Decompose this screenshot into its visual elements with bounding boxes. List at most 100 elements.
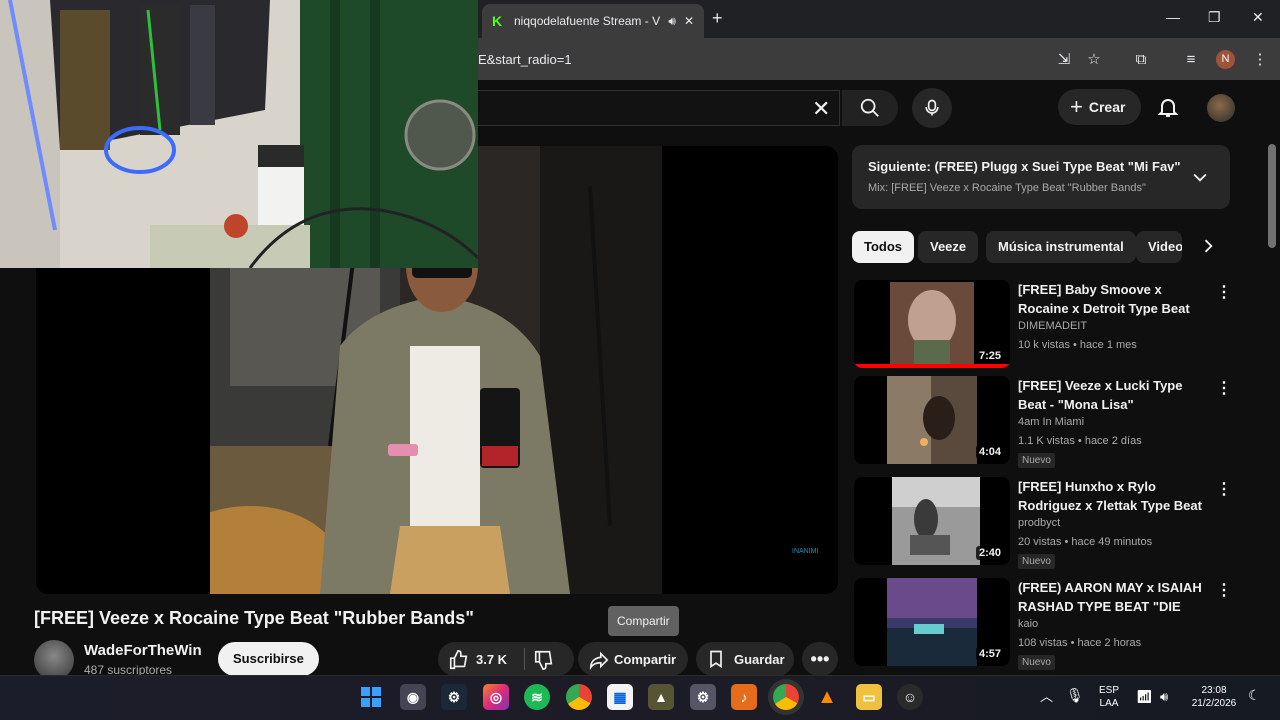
more-vert-icon[interactable]: ⋮ — [1216, 378, 1232, 398]
recommendation-item[interactable]: 2:40 [FREE] Hunxho x Rylo Rodriguez x 7l… — [854, 477, 1232, 569]
notification-center-icon[interactable]: ☾ — [1248, 688, 1261, 702]
vlc-icon[interactable]: ▲ — [814, 684, 840, 710]
install-app-icon[interactable]: ⇲ — [1054, 50, 1074, 70]
like-divider — [524, 648, 525, 670]
video-title[interactable]: [FREE] Veeze x Lucki Type Beat - "Mona L… — [1018, 376, 1214, 414]
bookmark-icon — [710, 650, 722, 669]
up-next-title: Siguiente: (FREE) Plugg x Suei Type Beat… — [868, 159, 1181, 174]
more-vert-icon[interactable]: ⋮ — [1216, 479, 1232, 499]
language-indicator[interactable]: ESP LAA — [1094, 684, 1124, 710]
tray-chevron-up-icon[interactable]: ︿ — [1040, 690, 1053, 703]
new-badge: Nuevo — [1018, 554, 1055, 569]
duration-badge: 4:57 — [975, 647, 1004, 661]
tray-microphone-icon[interactable]: 🎙︎ — [1066, 688, 1084, 702]
share-icon — [589, 651, 609, 671]
duration-badge: 7:25 — [975, 349, 1004, 363]
channel-name[interactable]: 4am In Miami — [1018, 416, 1084, 428]
steam-icon[interactable]: ⚙ — [441, 684, 467, 710]
chevron-right-icon[interactable] — [1198, 236, 1218, 261]
tab-close-icon[interactable]: ✕ — [684, 14, 694, 28]
extensions-icon[interactable]: ⧉ — [1131, 50, 1151, 70]
recommendation-item[interactable]: 4:04 [FREE] Veeze x Lucki Type Beat - "M… — [854, 376, 1232, 468]
dislike-button[interactable] — [533, 649, 555, 674]
maximize-icon[interactable]: ❐ — [1208, 9, 1221, 26]
discord-notify-icon[interactable]: ☺ — [897, 684, 923, 710]
channel-name[interactable]: kaio — [1018, 618, 1038, 630]
windows-taskbar — [0, 675, 1280, 720]
notifications-bell-icon[interactable] — [1156, 95, 1180, 124]
keyboard-layout: LAA — [1099, 698, 1119, 709]
video-title[interactable]: [FREE] Baby Smoove x Rocaine x Detroit T… — [1018, 280, 1214, 318]
chip-veeze[interactable]: Veeze — [918, 231, 979, 263]
plus-icon: + — [1070, 94, 1083, 119]
view-stats: 108 vistas • hace 2 horas — [1018, 637, 1142, 649]
browser-tab[interactable]: K niqqodelafuente Stream - V 🔊︎ ✕ — [482, 4, 704, 38]
mix-title: Mix: [FREE] Veeze x Rocaine Type Beat "R… — [868, 182, 1146, 194]
chrome-active-icon[interactable] — [773, 684, 799, 710]
spotify-icon[interactable]: ≋ — [524, 684, 550, 710]
account-avatar[interactable] — [1207, 94, 1235, 122]
new-badge: Nuevo — [1018, 453, 1055, 468]
chevron-down-icon[interactable] — [1190, 167, 1210, 192]
page-scrollbar[interactable] — [1268, 144, 1276, 248]
channel-name[interactable]: WadeForTheWin — [84, 642, 202, 659]
video-thumbnail[interactable]: 4:57 — [854, 578, 1010, 666]
start-icon[interactable] — [358, 684, 384, 710]
camera-icon[interactable]: ◉ — [400, 684, 426, 710]
settings-gear-icon[interactable]: ⚙ — [690, 684, 716, 710]
recommendation-item[interactable]: 4:57 (FREE) AARON MAY x ISAIAH RASHAD TY… — [854, 578, 1232, 670]
microsoft-store-icon[interactable]: ▦ — [607, 684, 633, 710]
voice-search-button[interactable] — [912, 88, 952, 128]
duration-badge: 2:40 — [975, 546, 1004, 560]
minimize-icon[interactable]: ― — [1166, 9, 1180, 25]
clear-search-icon[interactable]: ✕ — [812, 96, 830, 122]
profile-avatar[interactable]: N — [1216, 50, 1235, 69]
volume-icon[interactable]: 🔊︎ — [1160, 690, 1168, 703]
channel-name[interactable]: DIMEMADEIT — [1018, 320, 1087, 332]
video-title[interactable]: (FREE) AARON MAY x ISAIAH RASHAD TYPE BE… — [1018, 578, 1214, 616]
chip-video[interactable]: Video — [1136, 231, 1182, 263]
subscribe-button[interactable]: Suscribirse — [218, 642, 319, 676]
chip-musica-instrumental[interactable]: Música instrumental — [986, 231, 1136, 263]
create-label: Crear — [1088, 99, 1126, 115]
more-vert-icon[interactable]: ⋮ — [1216, 580, 1232, 600]
more-actions-button[interactable]: ••• — [802, 642, 838, 676]
search-icon — [860, 98, 879, 117]
wifi-icon[interactable]: 📶︎ — [1136, 690, 1153, 703]
recommendation-item[interactable]: 7:25 [FREE] Baby Smoove x Rocaine x Detr… — [854, 280, 1232, 372]
fl-studio-icon[interactable]: ♪ — [731, 684, 757, 710]
clock-time: 23:08 — [1201, 685, 1227, 696]
language-code: ESP — [1098, 685, 1119, 696]
chrome-icon[interactable] — [566, 684, 592, 710]
url-text[interactable]: E&start_radio=1 — [478, 52, 572, 67]
video-thumbnail[interactable]: 7:25 — [854, 280, 1010, 368]
chip-todos[interactable]: Todos — [852, 231, 915, 263]
browser-menu-icon[interactable]: ⋮ — [1250, 50, 1270, 70]
instagram-icon[interactable]: ◎ — [483, 684, 509, 710]
speaker-icon[interactable]: 🔊︎ — [668, 14, 676, 29]
bookmark-star-icon[interactable]: ☆ — [1084, 50, 1104, 70]
video-title[interactable]: [FREE] Hunxho x Rylo Rodriguez x 7lettak… — [1018, 477, 1214, 515]
game-icon[interactable]: ▲ — [648, 684, 674, 710]
video-title: [FREE] Veeze x Rocaine Type Beat "Rubber… — [34, 608, 474, 628]
channel-name[interactable]: prodbyct — [1018, 517, 1060, 529]
search-button[interactable] — [842, 90, 898, 126]
like-button[interactable] — [448, 649, 470, 674]
video-thumbnail[interactable]: 4:04 — [854, 376, 1010, 464]
search-input[interactable] — [478, 90, 840, 126]
create-button[interactable]: + Crear — [1058, 89, 1142, 125]
video-thumbnail[interactable]: 2:40 — [854, 477, 1010, 565]
channel-avatar[interactable] — [34, 640, 74, 680]
share-button[interactable]: Compartir — [578, 642, 688, 676]
media-controls-icon[interactable]: ≡ — [1181, 50, 1201, 70]
new-tab-icon[interactable]: + — [712, 8, 723, 29]
save-button[interactable]: Guardar — [696, 642, 794, 676]
clock-date: 21/2/2026 — [1191, 698, 1237, 709]
kick-logo-icon: K — [492, 13, 503, 29]
clock[interactable]: 23:08 21/2/2026 — [1186, 684, 1242, 710]
close-window-icon[interactable]: ✕ — [1252, 9, 1264, 26]
more-vert-icon[interactable]: ⋮ — [1216, 282, 1232, 302]
microphone-icon — [925, 99, 939, 116]
file-explorer-icon[interactable]: ▭ — [856, 684, 882, 710]
playlist-up-next[interactable]: Siguiente: (FREE) Plugg x Suei Type Beat… — [852, 145, 1230, 209]
